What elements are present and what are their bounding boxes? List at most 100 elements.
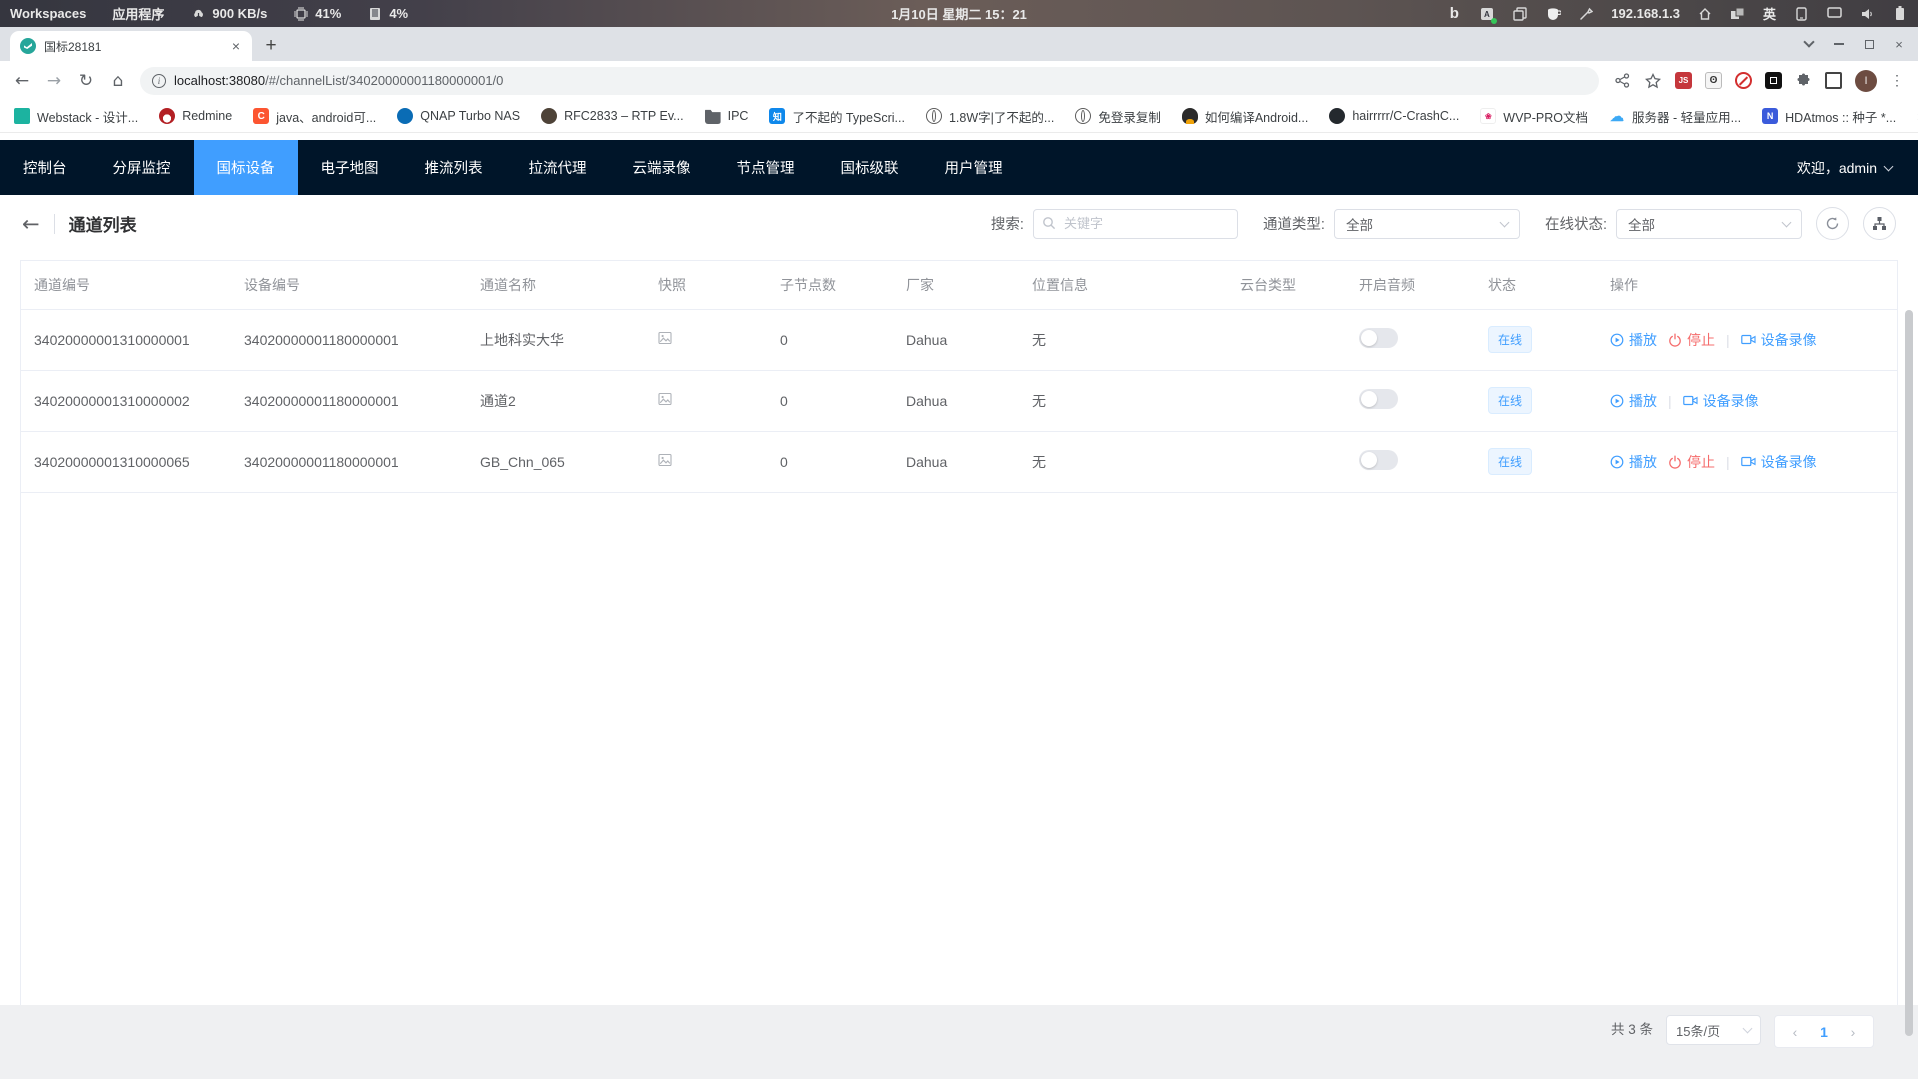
nav-item-9[interactable]: 用户管理 xyxy=(922,140,1026,195)
online-status-label: 在线状态: xyxy=(1545,213,1607,234)
nav-item-3[interactable]: 电子地图 xyxy=(298,140,402,195)
nav-item-0[interactable]: 控制台 xyxy=(0,140,90,195)
ip-address[interactable]: 192.168.1.3 xyxy=(1611,6,1680,21)
share-icon[interactable] xyxy=(1613,72,1631,90)
user-menu[interactable]: 欢迎，admin xyxy=(1797,140,1918,195)
window-switcher-icon[interactable] xyxy=(1730,6,1746,22)
workspaces-button[interactable]: Workspaces xyxy=(10,6,86,21)
nav-item-2[interactable]: 国标设备 xyxy=(194,140,298,195)
bookmark-item-13[interactable]: NHDAtmos :: 种子 *... xyxy=(1762,107,1896,126)
url-text: localhost:38080/#/channelList/3402000000… xyxy=(174,73,503,88)
notes-app-icon[interactable]: A xyxy=(1479,6,1495,22)
new-tab-button[interactable]: + xyxy=(258,33,284,59)
bookmark-item-9[interactable]: 如何编译Android... xyxy=(1182,107,1309,126)
channel-id-cell: 34020000001310000001 xyxy=(21,309,231,370)
nav-item-1[interactable]: 分屏监控 xyxy=(90,140,194,195)
clipboard-icon[interactable] xyxy=(1512,6,1528,22)
extension-window-icon[interactable] xyxy=(1825,72,1842,89)
tab-search-chevron-icon[interactable] xyxy=(1802,37,1816,51)
audio-toggle[interactable] xyxy=(1359,389,1398,409)
display-icon[interactable] xyxy=(1826,6,1842,22)
memory-icon xyxy=(367,6,383,22)
bookmark-item-8[interactable]: 免登录复制 xyxy=(1075,107,1161,126)
record-action-link[interactable]: 设备录像 xyxy=(1683,391,1759,411)
browser-tab[interactable]: 国标28181 × xyxy=(10,31,252,61)
play-action-link[interactable]: 播放 xyxy=(1610,452,1657,472)
refresh-button[interactable] xyxy=(1816,207,1849,240)
bookmark-star-icon[interactable] xyxy=(1644,72,1662,90)
nav-item-6[interactable]: 云端录像 xyxy=(610,140,714,195)
record-action-link[interactable]: 设备录像 xyxy=(1741,330,1817,350)
applications-menu[interactable]: 应用程序 xyxy=(112,4,164,23)
current-page[interactable]: 1 xyxy=(1809,1024,1839,1040)
record-action-link[interactable]: 设备录像 xyxy=(1741,452,1817,472)
maximize-button[interactable] xyxy=(1862,37,1876,51)
input-method-indicator[interactable]: 英 xyxy=(1763,4,1776,23)
bookmark-item-1[interactable]: Redmine xyxy=(159,108,232,124)
nav-item-7[interactable]: 节点管理 xyxy=(714,140,818,195)
search-input[interactable] xyxy=(1033,209,1238,239)
extensions-puzzle-icon[interactable] xyxy=(1795,72,1812,89)
extension-js-icon[interactable]: JS xyxy=(1675,72,1692,89)
play-action-link[interactable]: 播放 xyxy=(1610,330,1657,350)
volume-icon[interactable] xyxy=(1859,6,1875,22)
bookmark-item-0[interactable]: Webstack - 设计... xyxy=(14,107,138,126)
nav-item-8[interactable]: 国标级联 xyxy=(818,140,922,195)
back-icon[interactable]: ← xyxy=(8,67,36,95)
tab-title: 国标28181 xyxy=(44,38,222,55)
minimize-button[interactable] xyxy=(1832,37,1846,51)
page-size-select[interactable]: 15条/页 xyxy=(1666,1015,1761,1045)
tab-close-icon[interactable]: × xyxy=(230,38,242,54)
stop-action-link[interactable]: 停止 xyxy=(1668,330,1715,350)
audio-toggle[interactable] xyxy=(1359,328,1398,348)
audio-toggle[interactable] xyxy=(1359,450,1398,470)
next-page-button[interactable]: › xyxy=(1839,1024,1867,1040)
column-header-9: 状态 xyxy=(1475,261,1597,309)
site-info-icon[interactable]: i xyxy=(152,74,166,88)
bookmark-item-6[interactable]: 知了不起的 TypeScri... xyxy=(769,107,905,126)
snapshot-icon[interactable] xyxy=(658,453,672,467)
channel-type-select[interactable]: 全部 xyxy=(1334,209,1520,239)
home-icon[interactable] xyxy=(1697,6,1713,22)
bookmark-label: Webstack - 设计... xyxy=(37,107,138,126)
bookmark-item-5[interactable]: IPC xyxy=(705,108,749,124)
close-window-button[interactable]: × xyxy=(1892,37,1906,51)
battery-icon[interactable] xyxy=(1892,6,1908,22)
chevron-down-icon xyxy=(1500,217,1510,227)
device-tree-button[interactable] xyxy=(1863,207,1896,240)
bing-icon[interactable]: b xyxy=(1446,6,1462,22)
tool-icon[interactable] xyxy=(1578,6,1594,22)
profile-avatar[interactable]: I xyxy=(1855,70,1877,92)
prev-page-button[interactable]: ‹ xyxy=(1781,1024,1809,1040)
clock[interactable]: 1月10日 星期二 15：21 xyxy=(891,4,1027,23)
bookmark-item-3[interactable]: QNAP Turbo NAS xyxy=(397,108,520,124)
forward-icon[interactable]: → xyxy=(40,67,68,95)
table-scrollbar[interactable] xyxy=(1905,310,1913,1036)
nav-item-4[interactable]: 推流列表 xyxy=(402,140,506,195)
browser-menu-icon[interactable]: ⋮ xyxy=(1890,72,1904,89)
bookmark-item-7[interactable]: 1.8W字|了不起的... xyxy=(926,107,1054,126)
back-button[interactable]: ← xyxy=(22,212,40,236)
phone-link-icon[interactable] xyxy=(1793,6,1809,22)
coffee-icon[interactable] xyxy=(1545,6,1561,22)
snapshot-icon[interactable] xyxy=(658,331,672,345)
online-status-select[interactable]: 全部 xyxy=(1616,209,1802,239)
search-label: 搜索: xyxy=(991,213,1024,234)
browser-home-icon[interactable]: ⌂ xyxy=(104,67,132,95)
bookmark-item-10[interactable]: hairrrrr/C-CrashC... xyxy=(1329,108,1459,124)
snapshot-icon[interactable] xyxy=(658,392,672,406)
extension-proxy-icon[interactable]: ʘ xyxy=(1705,72,1722,89)
address-bar[interactable]: i localhost:38080/#/channelList/34020000… xyxy=(140,67,1599,95)
extension-screenshot-icon[interactable] xyxy=(1765,72,1782,89)
bookmark-item-2[interactable]: Cjava、android可... xyxy=(253,107,376,126)
play-action-link[interactable]: 播放 xyxy=(1610,391,1657,411)
stop-action-link[interactable]: 停止 xyxy=(1668,452,1715,472)
bookmark-item-11[interactable]: ❀WVP-PRO文档 xyxy=(1480,107,1588,126)
bookmark-item-4[interactable]: RFC2833 – RTP Ev... xyxy=(541,108,684,124)
reload-icon[interactable]: ↻ xyxy=(72,67,100,95)
bookmark-item-12[interactable]: ☁服务器 - 轻量应用... xyxy=(1609,107,1741,126)
extension-blocker-icon[interactable] xyxy=(1735,72,1752,89)
nav-item-5[interactable]: 拉流代理 xyxy=(506,140,610,195)
status-badge: 在线 xyxy=(1488,448,1532,475)
column-header-8: 开启音频 xyxy=(1346,261,1475,309)
